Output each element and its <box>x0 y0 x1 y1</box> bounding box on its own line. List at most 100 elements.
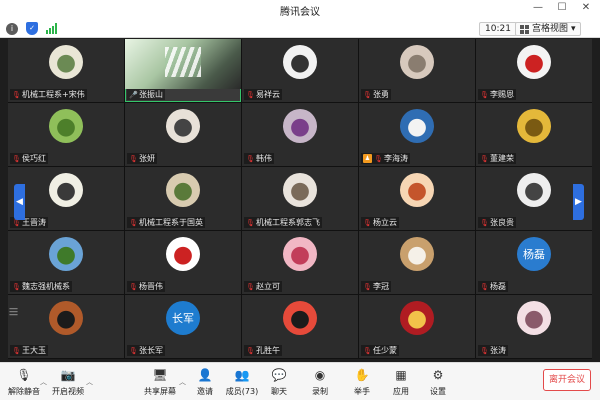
participant-name: 机械工程系于国英 <box>139 218 203 227</box>
participant-name: 魏志强机械系 <box>22 282 70 291</box>
participant-tile[interactable]: 🎙 机械工程系+宋伟 <box>8 39 124 102</box>
leave-meeting-button[interactable]: 离开会议 <box>543 369 591 391</box>
apps-button[interactable]: ▦ 应用 <box>381 367 421 397</box>
chevron-up-icon[interactable]: ︿ <box>40 377 47 387</box>
window-title: 腾讯会议 <box>280 7 320 18</box>
participant-tile[interactable]: 🎙 杨立云 <box>359 167 475 230</box>
avatar-text: 杨磊 <box>523 248 545 261</box>
participant-tile[interactable]: 🎙 董建荣 <box>476 103 592 166</box>
participant-name: 李海涛 <box>384 154 408 163</box>
participant-tile[interactable]: 🎙 王晋涛 <box>8 167 124 230</box>
raise-hand-button[interactable]: ✋ 举手 <box>342 367 382 397</box>
participant-tile[interactable]: 🎤 张振山 <box>125 39 241 102</box>
minimize-icon[interactable]: — <box>530 2 546 13</box>
participant-name: 张勇 <box>373 90 389 99</box>
avatar: 杨磊 <box>517 237 551 271</box>
participant-tile[interactable]: 🎙 侯巧红 <box>8 103 124 166</box>
participant-tile[interactable]: 杨磊 🎙 杨磊 <box>476 231 592 294</box>
participant-name: 张长军 <box>139 346 163 355</box>
window-controls: — ☐ ✕ <box>530 2 594 13</box>
start-video-button[interactable]: 📷 开启视频 <box>48 367 88 397</box>
participant-name: 张振山 <box>139 90 163 99</box>
participant-tile[interactable]: 🎙 李赐恩 <box>476 39 592 102</box>
avatar <box>517 109 551 143</box>
close-icon[interactable]: ✕ <box>578 2 594 13</box>
participant-name: 易祥云 <box>256 90 280 99</box>
meeting-toolbar: 🎙 解除静音 ︿ 📷 开启视频 ︿ 🖥 共享屏幕 ︿ 👤 邀请 👥 成员(73)… <box>0 362 600 400</box>
previous-page-button[interactable]: ◀ <box>14 184 25 220</box>
security-shield-icon[interactable]: ✓ <box>26 22 38 35</box>
microphone-muted-icon: 🎙 <box>12 90 21 99</box>
settings-label: 设置 <box>430 387 446 396</box>
view-mode-label: 宫格视图 <box>532 24 569 34</box>
participant-nameplate: 🎙 李冠 <box>361 281 391 292</box>
invite-button[interactable]: 👤 邀请 <box>185 367 225 397</box>
participant-tile[interactable]: 🎙 杨晋伟 <box>125 231 241 294</box>
participant-nameplate: 🎙 孔胜午 <box>244 345 282 356</box>
participant-tile[interactable]: 🎙 张妍 <box>125 103 241 166</box>
participant-name: 张妍 <box>139 154 155 163</box>
participant-tile[interactable]: 🎙 李冠 <box>359 231 475 294</box>
participant-tile[interactable]: 🎙 机械工程系于国英 <box>125 167 241 230</box>
info-icon[interactable]: i <box>6 22 18 35</box>
participant-name: 王晋涛 <box>22 218 46 227</box>
participant-name: 杨立云 <box>373 218 397 227</box>
participant-name: 赵立可 <box>256 282 280 291</box>
participant-nameplate: 🎙 张妍 <box>127 153 157 164</box>
microphone-muted-icon: 🎙 <box>246 346 255 355</box>
next-page-button[interactable]: ▶ <box>573 184 584 220</box>
microphone-muted-icon: 🎙 <box>246 282 255 291</box>
participant-name: 机械工程系郭志飞 <box>256 218 320 227</box>
chevron-up-icon[interactable]: ︿ <box>86 377 93 387</box>
participant-tile[interactable]: 🎙 魏志强机械系 <box>8 231 124 294</box>
participant-tile[interactable]: 🎙 任少蒙 <box>359 295 475 358</box>
settings-button[interactable]: ⚙ 设置 <box>418 367 458 397</box>
chat-button[interactable]: 💬 聊天 <box>259 367 299 397</box>
participant-tile[interactable]: ♟ 🎙 李海涛 <box>359 103 475 166</box>
menu-icon[interactable]: — — — <box>9 305 19 320</box>
participant-tile[interactable]: 🎙 张勇 <box>359 39 475 102</box>
microphone-muted-icon: 🎙 <box>480 154 489 163</box>
participant-nameplate: 🎙 杨磊 <box>478 281 508 292</box>
microphone-muted-icon: 🎙 <box>363 346 372 355</box>
participant-tile[interactable]: 🎙 孔胜午 <box>242 295 358 358</box>
avatar <box>49 45 83 79</box>
members-button[interactable]: 👥 成员(73) <box>222 367 262 397</box>
participant-nameplate: 🎙 魏志强机械系 <box>10 281 72 292</box>
participant-nameplate: 🎙 侯巧红 <box>10 153 48 164</box>
share-screen-label: 共享屏幕 <box>144 387 176 396</box>
avatar <box>283 45 317 79</box>
microphone-muted-icon: 🎙 <box>129 346 138 355</box>
record-label: 录制 <box>312 387 328 396</box>
participant-name: 李冠 <box>373 282 389 291</box>
unmute-button[interactable]: 🎙 解除静音 <box>4 367 44 397</box>
view-mode-button[interactable]: 宫格视图 ▾ <box>515 22 581 36</box>
avatar <box>49 301 83 335</box>
microphone-muted-icon: 🎙 <box>246 154 255 163</box>
participant-tile[interactable]: 🎙 赵立可 <box>242 231 358 294</box>
share-screen-button[interactable]: 🖥 共享屏幕 <box>140 367 180 397</box>
microphone-muted-icon: 🎙 <box>12 154 21 163</box>
maximize-icon[interactable]: ☐ <box>554 2 570 13</box>
microphone-icon: 🎤 <box>129 90 138 99</box>
participant-tile[interactable]: 🎙 韩伟 <box>242 103 358 166</box>
participant-tile[interactable]: 🎙 机械工程系郭志飞 <box>242 167 358 230</box>
microphone-muted-icon: 🎙 <box>480 282 489 291</box>
participant-nameplate: 🎙 张长军 <box>127 345 165 356</box>
participant-tile[interactable]: 🎙 易祥云 <box>242 39 358 102</box>
microphone-muted-icon: 🎙 <box>12 282 21 291</box>
record-button[interactable]: ◉ 录制 <box>300 367 340 397</box>
avatar <box>283 109 317 143</box>
participant-nameplate: 🎙 韩伟 <box>244 153 274 164</box>
signal-strength-icon[interactable] <box>46 23 57 34</box>
participant-tile[interactable]: 🎙 王大玉 <box>8 295 124 358</box>
meeting-info-row: i ✓ <box>6 22 57 35</box>
microphone-muted-icon: 🎙 <box>246 90 255 99</box>
participant-nameplate: 🎙 机械工程系于国英 <box>127 217 205 228</box>
participant-tile[interactable]: 长军 🎙 张长军 <box>125 295 241 358</box>
microphone-muted-icon: 🎙 <box>129 154 138 163</box>
participant-tile[interactable]: 🎙 张涛 <box>476 295 592 358</box>
participant-name: 杨磊 <box>490 282 506 291</box>
participant-nameplate: 🎤 张振山 <box>127 89 165 100</box>
avatar <box>517 173 551 207</box>
